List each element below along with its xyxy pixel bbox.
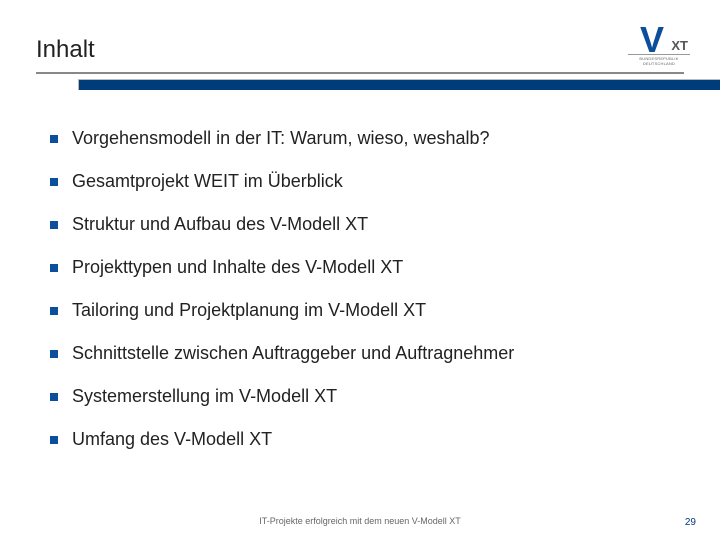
bullet-icon (50, 436, 58, 444)
slide: V XT BUNDESREPUBLIK DEUTSCHLAND Inhalt V… (0, 0, 720, 540)
bullet-text: Schnittstelle zwischen Auftraggeber und … (72, 343, 514, 364)
list-item: Schnittstelle zwischen Auftraggeber und … (50, 343, 684, 364)
thin-rule (36, 72, 684, 74)
bullet-text: Umfang des V-Modell XT (72, 429, 272, 450)
logo-divider (628, 54, 690, 55)
thick-rule (78, 79, 720, 90)
bullet-text: Systemerstellung im V-Modell XT (72, 386, 337, 407)
bullet-text: Gesamtprojekt WEIT im Überblick (72, 171, 343, 192)
bullet-text: Tailoring und Projektplanung im V-Modell… (72, 300, 426, 321)
list-item: Gesamtprojekt WEIT im Überblick (50, 171, 684, 192)
bullet-icon (50, 393, 58, 401)
logo-v-letter: V (640, 22, 664, 58)
bullet-icon (50, 135, 58, 143)
bullet-icon (50, 307, 58, 315)
list-item: Projekttypen und Inhalte des V-Modell XT (50, 257, 684, 278)
bullet-list: Vorgehensmodell in der IT: Warum, wieso,… (36, 128, 684, 450)
page-number: 29 (685, 517, 696, 528)
list-item: Systemerstellung im V-Modell XT (50, 386, 684, 407)
logo-xt: XT (671, 38, 688, 53)
bullet-text: Vorgehensmodell in der IT: Warum, wieso,… (72, 128, 490, 149)
bullet-text: Projekttypen und Inhalte des V-Modell XT (72, 257, 403, 278)
list-item: Tailoring und Projektplanung im V-Modell… (50, 300, 684, 321)
page-title: Inhalt (36, 36, 684, 64)
list-item: Struktur und Aufbau des V-Modell XT (50, 214, 684, 235)
bullet-icon (50, 264, 58, 272)
footer-text: IT-Projekte erfolgreich mit dem neuen V-… (0, 516, 720, 526)
logo-subtitle: BUNDESREPUBLIK DEUTSCHLAND (628, 56, 690, 66)
title-rule (36, 72, 684, 90)
list-item: Vorgehensmodell in der IT: Warum, wieso,… (50, 128, 684, 149)
bullet-icon (50, 350, 58, 358)
logo: V XT BUNDESREPUBLIK DEUTSCHLAND (628, 26, 690, 68)
bullet-icon (50, 178, 58, 186)
list-item: Umfang des V-Modell XT (50, 429, 684, 450)
bullet-icon (50, 221, 58, 229)
bullet-text: Struktur und Aufbau des V-Modell XT (72, 214, 368, 235)
